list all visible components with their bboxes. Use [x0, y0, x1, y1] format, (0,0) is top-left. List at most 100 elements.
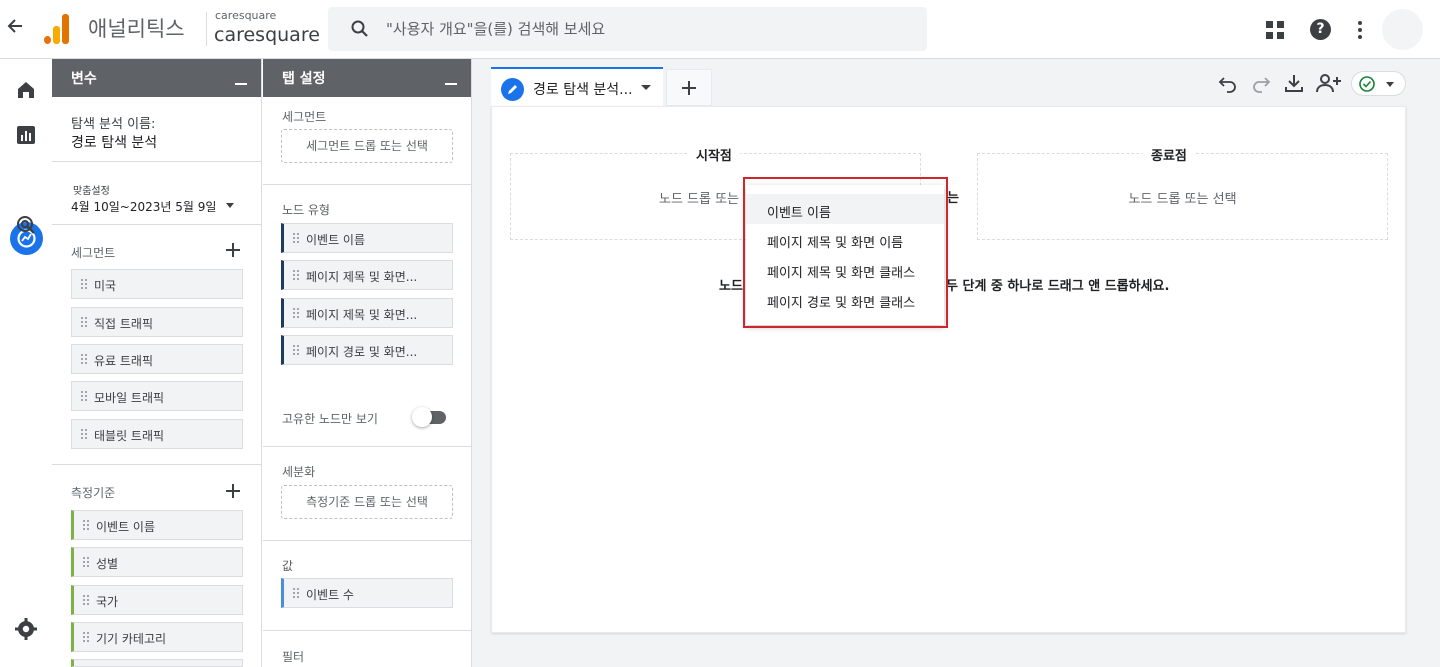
node-type-chip[interactable]: 페이지 제목 및 화면...: [281, 298, 453, 328]
drag-handle-icon[interactable]: [82, 556, 89, 569]
segment-chip[interactable]: 미국: [71, 269, 243, 299]
variables-panel-header: 변수: [52, 59, 261, 97]
advertising-icon[interactable]: [14, 213, 38, 237]
apps-grid-icon[interactable]: [1266, 21, 1284, 39]
end-point-hint: 노드 드롭 또는 선택: [1128, 192, 1237, 207]
collapse-icon[interactable]: [235, 83, 247, 85]
redo-icon[interactable]: [1251, 73, 1271, 93]
date-range[interactable]: 4월 10일~2023년 5월 9일: [71, 198, 216, 215]
drag-handle-icon[interactable]: [82, 519, 89, 532]
exploration-name-label: 탐색 분석 이름:: [71, 117, 156, 132]
tab-settings-title: 탭 설정: [282, 71, 326, 87]
share-user-icon[interactable]: [1316, 73, 1342, 93]
divider: [52, 224, 262, 225]
end-point-drop-zone[interactable]: 종료점 노드 드롭 또는 선택: [977, 145, 1388, 240]
divider: [263, 184, 472, 185]
node-type-label: 이벤트 이름: [306, 233, 366, 247]
collapse-icon[interactable]: [445, 83, 457, 85]
help-icon[interactable]: ?: [1310, 19, 1331, 40]
drag-handle-icon[interactable]: [80, 316, 87, 329]
dimension-chip[interactable]: 성별: [71, 547, 243, 577]
or-text-tail: 는: [947, 191, 959, 206]
tab-path-exploration[interactable]: 경로 탐색 분석...: [491, 67, 663, 106]
filters-label: 필터: [282, 650, 305, 664]
dimension-label: 이벤트 이름: [96, 520, 156, 534]
divider: [52, 464, 262, 465]
node-type-label: 페이지 제목 및 화면...: [306, 308, 418, 322]
segment-label: 모바일 트래픽: [94, 391, 165, 405]
segment-drop-zone[interactable]: 세그먼트 드롭 또는 선택: [281, 129, 453, 163]
tab-settings-panel: 탭 설정 세그먼트 세그먼트 드롭 또는 선택 노드 유형 이벤트 이름 페이지…: [263, 59, 472, 667]
start-point-title: 시작점: [688, 145, 740, 164]
dimension-chip[interactable]: [71, 659, 243, 667]
status-caret-icon[interactable]: [1386, 82, 1394, 87]
more-vert-icon[interactable]: [1358, 21, 1362, 39]
metrics-label: 측정기준: [71, 486, 116, 500]
dimension-chip[interactable]: 국가: [71, 585, 243, 615]
drag-handle-icon[interactable]: [292, 232, 299, 245]
breakdown-drop-zone[interactable]: 측정기준 드롭 또는 선택: [281, 485, 453, 519]
dimension-label: 국가: [96, 595, 119, 609]
date-caret-icon[interactable]: [226, 203, 234, 208]
segment-chip[interactable]: 모바일 트래픽: [71, 381, 243, 411]
divider: [263, 540, 472, 541]
add-tab-button[interactable]: [666, 69, 712, 106]
pencil-icon[interactable]: [501, 78, 524, 101]
drag-handle-icon[interactable]: [292, 307, 299, 320]
drag-handle-icon[interactable]: [82, 631, 89, 644]
search-bar[interactable]: "사용자 개요"을(를) 검색해 보세요: [328, 7, 927, 51]
dimension-chip[interactable]: 기기 카테고리: [71, 622, 243, 652]
variables-panel-title: 변수: [71, 71, 97, 87]
toggle-knob[interactable]: [412, 407, 432, 427]
drag-handle-icon[interactable]: [292, 344, 299, 357]
app-name[interactable]: 애널리틱스: [88, 13, 185, 43]
variables-panel: 변수 탐색 분석 이름: 경로 탐색 분석 맞춤설정 4월 10일~2023년 …: [52, 59, 262, 667]
reports-icon[interactable]: [14, 123, 38, 147]
dimension-chip[interactable]: 이벤트 이름: [71, 510, 243, 540]
node-type-chip[interactable]: 이벤트 이름: [281, 223, 453, 253]
home-icon[interactable]: [14, 78, 38, 102]
segments-label: 세그먼트: [71, 246, 116, 260]
end-point-title: 종료점: [1143, 145, 1195, 164]
node-type-chip[interactable]: 페이지 경로 및 화면...: [281, 335, 453, 365]
account-divider: [206, 12, 207, 46]
drag-handle-icon[interactable]: [80, 353, 87, 366]
segment-chip[interactable]: 태블릿 트래픽: [71, 419, 243, 449]
node-type-label: 페이지 경로 및 화면...: [306, 345, 418, 359]
avatar[interactable]: [1382, 9, 1423, 50]
add-dimension-icon[interactable]: [226, 484, 240, 498]
back-arrow-icon[interactable]: [6, 16, 26, 40]
tab-caret-icon[interactable]: [641, 85, 651, 90]
segment-label: 직접 트래픽: [94, 317, 154, 331]
drag-handle-icon[interactable]: [80, 390, 87, 403]
drag-handle-icon[interactable]: [82, 594, 89, 607]
node-type-chip[interactable]: 페이지 제목 및 화면...: [281, 260, 453, 290]
status-check-button[interactable]: [1351, 71, 1406, 96]
drag-handle-icon[interactable]: [292, 269, 299, 282]
account-name[interactable]: caresquare: [215, 9, 276, 22]
search-input[interactable]: "사용자 개요"을(를) 검색해 보세요: [386, 18, 605, 39]
analytics-logo-icon: [44, 14, 70, 44]
segment-chip[interactable]: 유료 트래픽: [71, 344, 243, 374]
value-chip[interactable]: 이벤트 수: [281, 578, 453, 608]
divider: [263, 630, 472, 631]
tab-settings-header: 탭 설정: [263, 59, 471, 97]
settings-gear-icon[interactable]: [14, 617, 38, 641]
property-name[interactable]: caresquare: [214, 24, 320, 46]
add-segment-icon[interactable]: [226, 243, 240, 257]
check-circle-icon: [1359, 76, 1375, 92]
segment-label: 유료 트래픽: [94, 354, 154, 368]
exploration-name[interactable]: 경로 탐색 분석: [71, 132, 157, 152]
add-icon: [682, 81, 696, 95]
tab-label: 경로 탐색 분석...: [533, 82, 633, 98]
segment-chip[interactable]: 직접 트래픽: [71, 307, 243, 337]
segment-compare-label: 세그먼트: [282, 110, 327, 124]
drag-handle-icon[interactable]: [80, 428, 87, 441]
node-type-label: 페이지 제목 및 화면...: [306, 270, 418, 284]
download-icon[interactable]: [1284, 73, 1304, 93]
left-nav: [0, 59, 52, 667]
instruction-prefix: 노드: [719, 279, 743, 294]
undo-icon[interactable]: [1218, 73, 1238, 93]
drag-handle-icon[interactable]: [292, 587, 299, 600]
drag-handle-icon[interactable]: [80, 278, 87, 291]
